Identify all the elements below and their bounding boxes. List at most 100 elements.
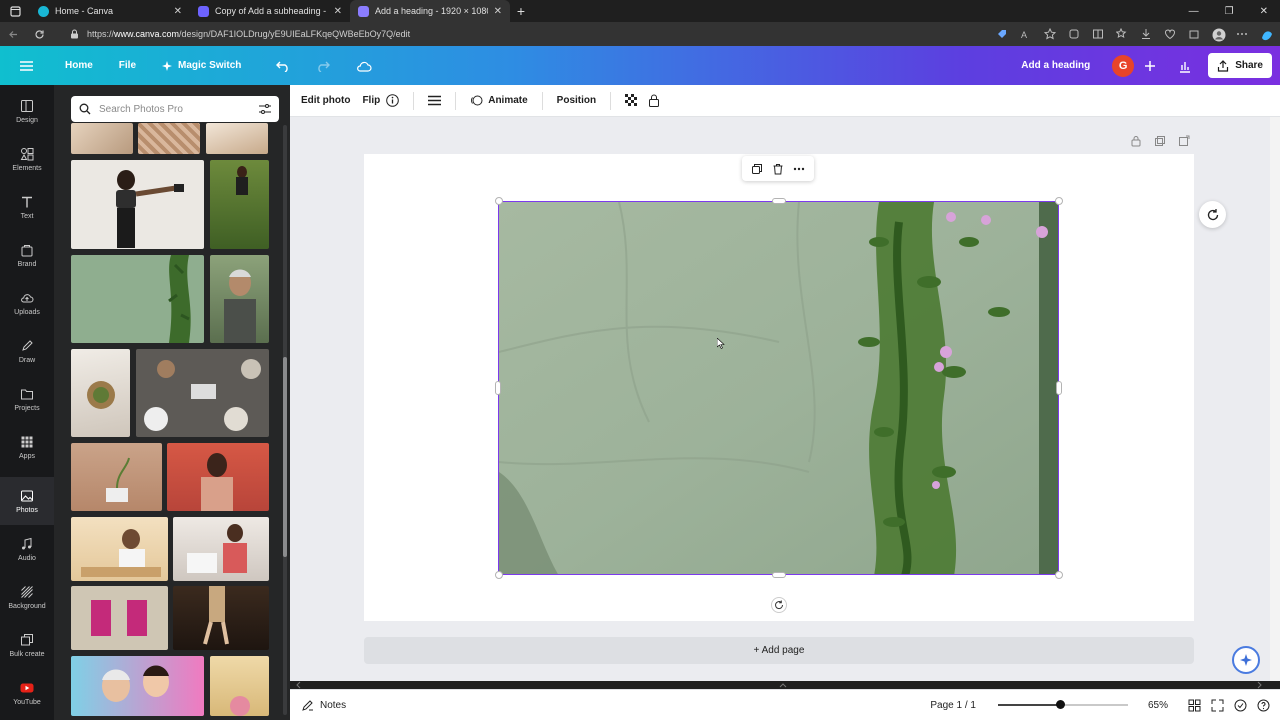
photo-thumbnail[interactable] bbox=[136, 349, 269, 437]
rail-item-apps[interactable]: Apps bbox=[0, 423, 54, 471]
extensions-icon[interactable] bbox=[1068, 28, 1080, 40]
downloads-icon[interactable] bbox=[1140, 28, 1152, 40]
photo-thumbnail[interactable] bbox=[71, 160, 204, 249]
rail-item-text[interactable]: Text bbox=[0, 183, 54, 231]
resize-handle[interactable] bbox=[1056, 381, 1062, 395]
close-tab-icon[interactable]: ✕ bbox=[334, 6, 342, 17]
photo-search-box[interactable] bbox=[71, 96, 279, 122]
lock-page-icon[interactable] bbox=[1130, 135, 1142, 147]
resize-handle[interactable] bbox=[772, 198, 786, 204]
photo-thumbnail[interactable] bbox=[206, 123, 268, 154]
favorites-icon[interactable] bbox=[1116, 28, 1128, 40]
rail-item-draw[interactable]: Draw bbox=[0, 327, 54, 375]
copilot-icon[interactable] bbox=[1260, 28, 1272, 41]
position-button[interactable]: Position bbox=[549, 95, 604, 106]
collections-icon[interactable] bbox=[1188, 28, 1200, 40]
flip-button[interactable]: Flip bbox=[358, 95, 384, 106]
resize-handle[interactable] bbox=[495, 381, 501, 395]
resize-handle[interactable] bbox=[495, 197, 503, 205]
transparency-button[interactable] bbox=[617, 94, 646, 107]
filter-sliders-icon[interactable] bbox=[259, 103, 271, 115]
hamburger-menu-button[interactable] bbox=[0, 46, 52, 85]
rail-item-elements[interactable]: Elements bbox=[0, 135, 54, 183]
help-icon[interactable] bbox=[1257, 699, 1270, 712]
add-collaborator-icon[interactable] bbox=[1144, 60, 1156, 72]
close-tab-icon[interactable]: ✕ bbox=[174, 6, 182, 17]
rotate-handle[interactable] bbox=[771, 597, 787, 613]
maximize-icon[interactable]: ❐ bbox=[1225, 6, 1234, 17]
resize-handle[interactable] bbox=[772, 572, 786, 578]
selected-photo-element[interactable] bbox=[498, 201, 1059, 575]
photo-thumbnail[interactable] bbox=[173, 586, 269, 650]
rail-item-design[interactable]: Design bbox=[0, 87, 54, 135]
lock-button[interactable] bbox=[646, 94, 668, 107]
file-menu-button[interactable]: File bbox=[106, 46, 149, 85]
search-input[interactable] bbox=[99, 103, 251, 115]
share-button[interactable]: Share bbox=[1208, 53, 1272, 78]
rail-item-youtube[interactable]: YouTube bbox=[0, 669, 54, 717]
back-button[interactable] bbox=[0, 22, 26, 46]
browser-tab-home[interactable]: Home - Canva ✕ bbox=[30, 0, 190, 22]
avatar[interactable]: G bbox=[1112, 54, 1135, 77]
animate-button[interactable]: Animate bbox=[462, 94, 535, 107]
zoom-slider-knob[interactable] bbox=[1055, 700, 1065, 709]
canvas-horizontal-scrollbar[interactable] bbox=[296, 681, 1270, 689]
minimize-icon[interactable]: — bbox=[1189, 6, 1199, 17]
close-tab-icon[interactable]: ✕ bbox=[494, 6, 502, 17]
read-aloud-icon[interactable]: A bbox=[1020, 28, 1032, 40]
zoom-slider[interactable] bbox=[997, 700, 1128, 709]
close-window-icon[interactable]: ✕ bbox=[1260, 6, 1268, 17]
photo-thumbnail[interactable] bbox=[210, 255, 269, 343]
rail-item-background[interactable]: Background bbox=[0, 573, 54, 621]
refresh-design-button[interactable] bbox=[1199, 201, 1226, 228]
profile-icon[interactable] bbox=[1212, 28, 1226, 42]
rail-item-brand[interactable]: Brand bbox=[0, 231, 54, 279]
reload-button[interactable] bbox=[26, 22, 52, 46]
photo-thumbnail[interactable] bbox=[71, 349, 130, 437]
duplicate-element-icon[interactable] bbox=[751, 163, 763, 175]
canvas-vertical-scrollbar[interactable] bbox=[1270, 117, 1280, 681]
add-page-button[interactable]: + Add page bbox=[364, 637, 1194, 664]
rail-item-audio[interactable]: Audio bbox=[0, 525, 54, 573]
panel-scrollbar-thumb[interactable] bbox=[283, 357, 287, 557]
rail-item-uploads[interactable]: Uploads bbox=[0, 279, 54, 327]
magic-switch-button[interactable]: Magic Switch bbox=[149, 46, 254, 85]
check-circle-icon[interactable] bbox=[1234, 699, 1247, 712]
photo-thumbnail[interactable] bbox=[71, 656, 204, 716]
rail-item-photos[interactable]: Photos bbox=[0, 477, 54, 525]
grid-view-icon[interactable] bbox=[1188, 699, 1201, 712]
zoom-percentage[interactable]: 65% bbox=[1148, 700, 1168, 711]
split-screen-icon[interactable] bbox=[1092, 28, 1104, 40]
rail-item-projects[interactable]: Projects bbox=[0, 375, 54, 423]
rail-item-bulk-create[interactable]: Bulk create bbox=[0, 621, 54, 669]
browser-tab-active[interactable]: Add a heading - 1920 × 1080px ✕ bbox=[350, 0, 510, 22]
delete-trash-icon[interactable] bbox=[772, 163, 784, 175]
fullscreen-icon[interactable] bbox=[1211, 699, 1224, 712]
photo-thumbnail[interactable] bbox=[71, 255, 204, 343]
photo-thumbnail[interactable] bbox=[173, 517, 269, 581]
photo-thumbnail[interactable] bbox=[167, 443, 269, 511]
insights-chart-icon[interactable] bbox=[1178, 59, 1192, 73]
more-options-icon[interactable] bbox=[793, 163, 805, 175]
home-button[interactable]: Home bbox=[52, 46, 106, 85]
extension-tag-icon[interactable] bbox=[996, 28, 1008, 40]
photo-thumbnail[interactable] bbox=[210, 160, 269, 249]
info-button[interactable] bbox=[384, 94, 407, 107]
url-field[interactable]: https://www.canva.com/design/DAF1IOLDrug… bbox=[70, 24, 890, 44]
favorite-star-icon[interactable] bbox=[1044, 28, 1056, 40]
window-menu-icon[interactable] bbox=[0, 0, 30, 22]
resize-handle[interactable] bbox=[495, 571, 503, 579]
magic-assistant-button[interactable] bbox=[1232, 646, 1260, 674]
notes-button[interactable]: Notes bbox=[290, 699, 346, 711]
edit-photo-button[interactable]: Edit photo bbox=[290, 95, 358, 106]
page-indicator[interactable]: Page 1 / 1 bbox=[930, 700, 976, 711]
undo-button[interactable] bbox=[254, 46, 303, 85]
photo-thumbnail[interactable] bbox=[71, 443, 162, 511]
photo-thumbnail[interactable] bbox=[71, 517, 168, 581]
photo-thumbnail[interactable] bbox=[210, 656, 269, 716]
duplicate-page-icon[interactable] bbox=[1154, 135, 1166, 147]
border-style-button[interactable] bbox=[420, 95, 449, 107]
new-tab-button[interactable]: + bbox=[510, 0, 532, 22]
resize-handle[interactable] bbox=[1055, 571, 1063, 579]
redo-button[interactable] bbox=[303, 46, 343, 85]
